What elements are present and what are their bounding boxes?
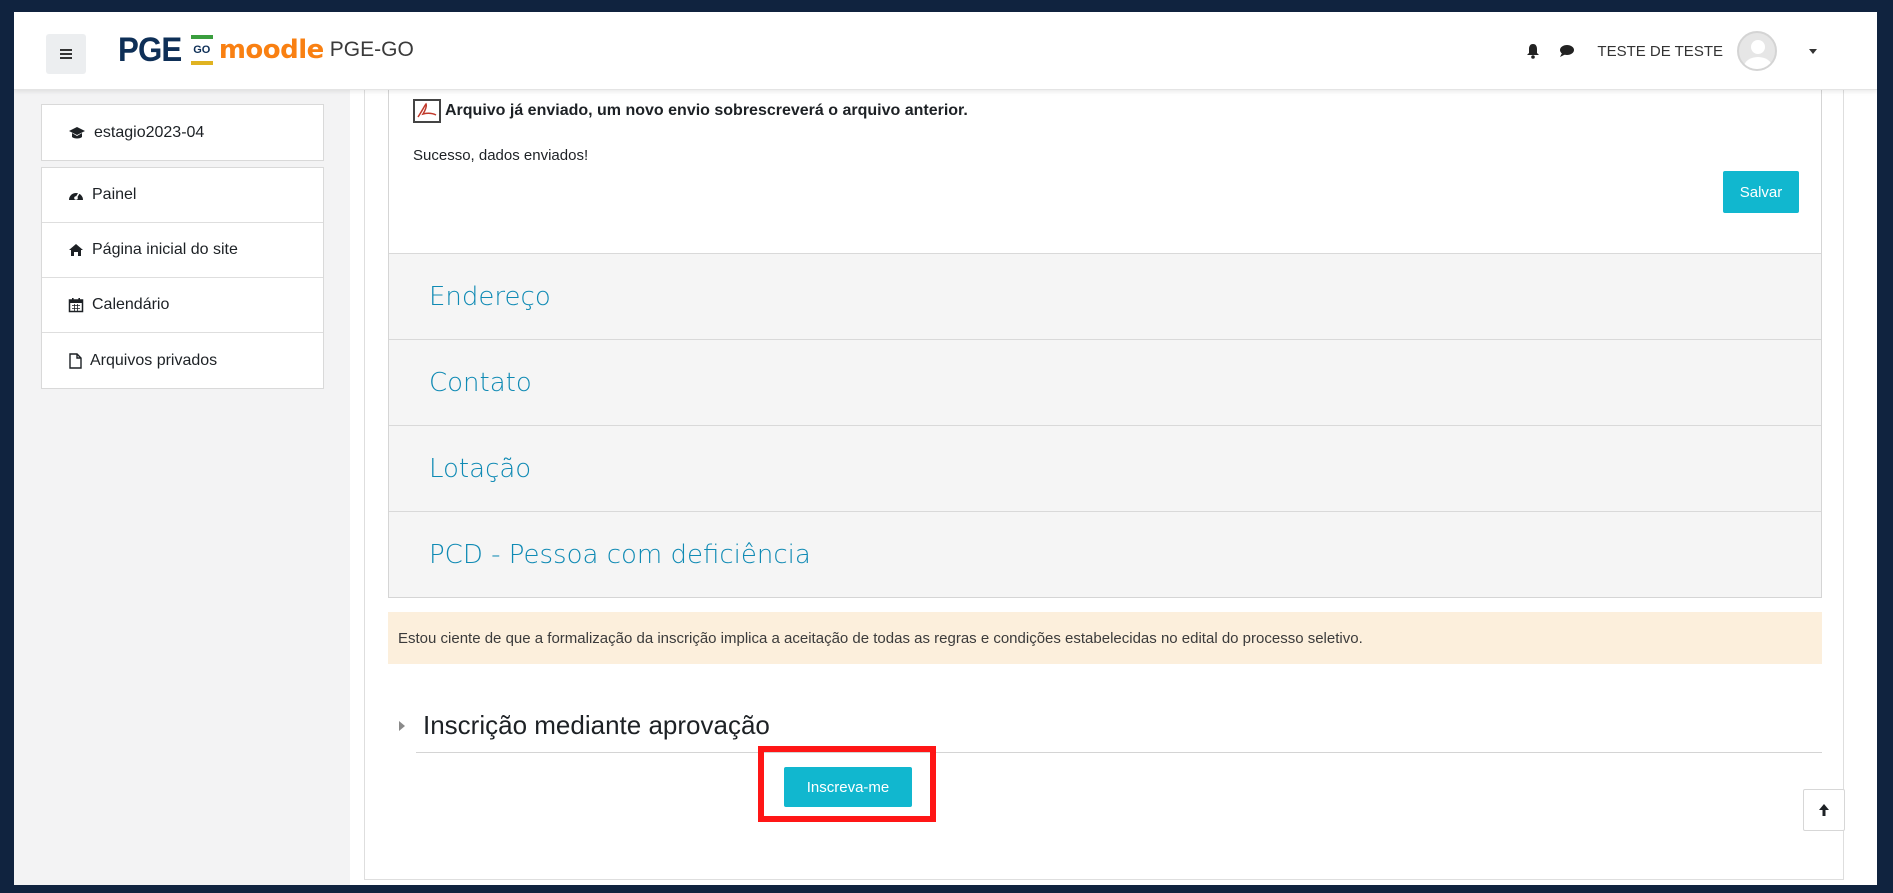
sidebar-item-label: Calendário bbox=[92, 296, 170, 313]
save-button[interactable]: Salvar bbox=[1723, 171, 1799, 213]
avatar[interactable] bbox=[1737, 31, 1777, 71]
sidebar-item-course[interactable]: estagio2023-04 bbox=[42, 105, 323, 160]
back-to-top-button[interactable] bbox=[1803, 789, 1845, 831]
sidebar-item-label: Página inicial do site bbox=[92, 241, 238, 258]
sidebar-course-block: estagio2023-04 bbox=[41, 104, 324, 161]
sidebar-item-calendar[interactable]: Calendário bbox=[42, 278, 323, 333]
caret-down-icon[interactable] bbox=[1809, 48, 1817, 54]
dashboard-icon bbox=[69, 192, 83, 200]
logo-pge-text: PGE bbox=[118, 30, 182, 69]
enrolment-method-title: Inscrição mediante aprovação bbox=[423, 710, 770, 740]
enrolment-form-panel: Arquivo já enviado, um novo envio sobres… bbox=[388, 78, 1822, 598]
bell-icon[interactable] bbox=[1523, 41, 1543, 61]
file-upload-area: Arquivo já enviado, um novo envio sobres… bbox=[389, 79, 1821, 253]
home-icon bbox=[69, 244, 83, 256]
sidebar-item-home[interactable]: Página inicial do site bbox=[42, 223, 323, 278]
file-notice: Arquivo já enviado, um novo envio sobres… bbox=[413, 99, 968, 123]
success-message: Sucesso, dados enviados! bbox=[413, 147, 589, 164]
expand-triangle-icon bbox=[399, 720, 405, 731]
logo-go-badge: GO bbox=[190, 35, 213, 65]
divider bbox=[416, 752, 1822, 753]
section-lotacao[interactable]: Lotação bbox=[389, 425, 1821, 511]
section-pcd[interactable]: PCD - Pessoa com deficiência bbox=[389, 511, 1821, 597]
terms-notice: Estou ciente de que a formalização da in… bbox=[388, 612, 1822, 664]
sidebar-nav-block: Painel Página inicial do site Calendário… bbox=[41, 167, 324, 389]
user-menu-area: TESTE DE TESTE bbox=[1523, 28, 1817, 74]
menu-icon bbox=[60, 49, 72, 59]
site-logo[interactable]: PGE GO moodle PGE-GO bbox=[118, 30, 414, 70]
section-contato[interactable]: Contato bbox=[389, 339, 1821, 425]
chat-icon[interactable] bbox=[1557, 41, 1577, 61]
nav-drawer: estagio2023-04 Painel Página inicial do … bbox=[14, 90, 350, 885]
sidebar-item-private-files[interactable]: Arquivos privados bbox=[42, 333, 323, 388]
enrol-button[interactable]: Inscreva-me bbox=[784, 767, 912, 807]
user-name[interactable]: TESTE DE TESTE bbox=[1597, 43, 1723, 60]
menu-toggle-button[interactable] bbox=[46, 34, 86, 74]
site-name: PGE-GO bbox=[329, 38, 414, 61]
top-navbar: PGE GO moodle PGE-GO TESTE DE TESTE bbox=[14, 12, 1877, 90]
calendar-icon bbox=[68, 298, 84, 313]
sidebar-item-painel[interactable]: Painel bbox=[42, 168, 323, 223]
enrolment-method-header[interactable]: Inscrição mediante aprovação bbox=[399, 710, 770, 741]
logo-moodle-text: moodle bbox=[218, 35, 324, 65]
browser-frame: PGE GO moodle PGE-GO TESTE DE TESTE esta… bbox=[14, 12, 1877, 885]
sidebar-item-label: Arquivos privados bbox=[90, 351, 218, 369]
file-icon bbox=[69, 352, 82, 369]
sidebar-item-label: estagio2023-04 bbox=[94, 123, 205, 141]
section-endereco[interactable]: Endereço bbox=[389, 253, 1821, 339]
arrow-up-icon bbox=[1819, 804, 1829, 816]
pdf-icon bbox=[413, 99, 441, 123]
sidebar-item-label: Painel bbox=[92, 186, 137, 203]
graduation-cap-icon bbox=[69, 126, 85, 138]
